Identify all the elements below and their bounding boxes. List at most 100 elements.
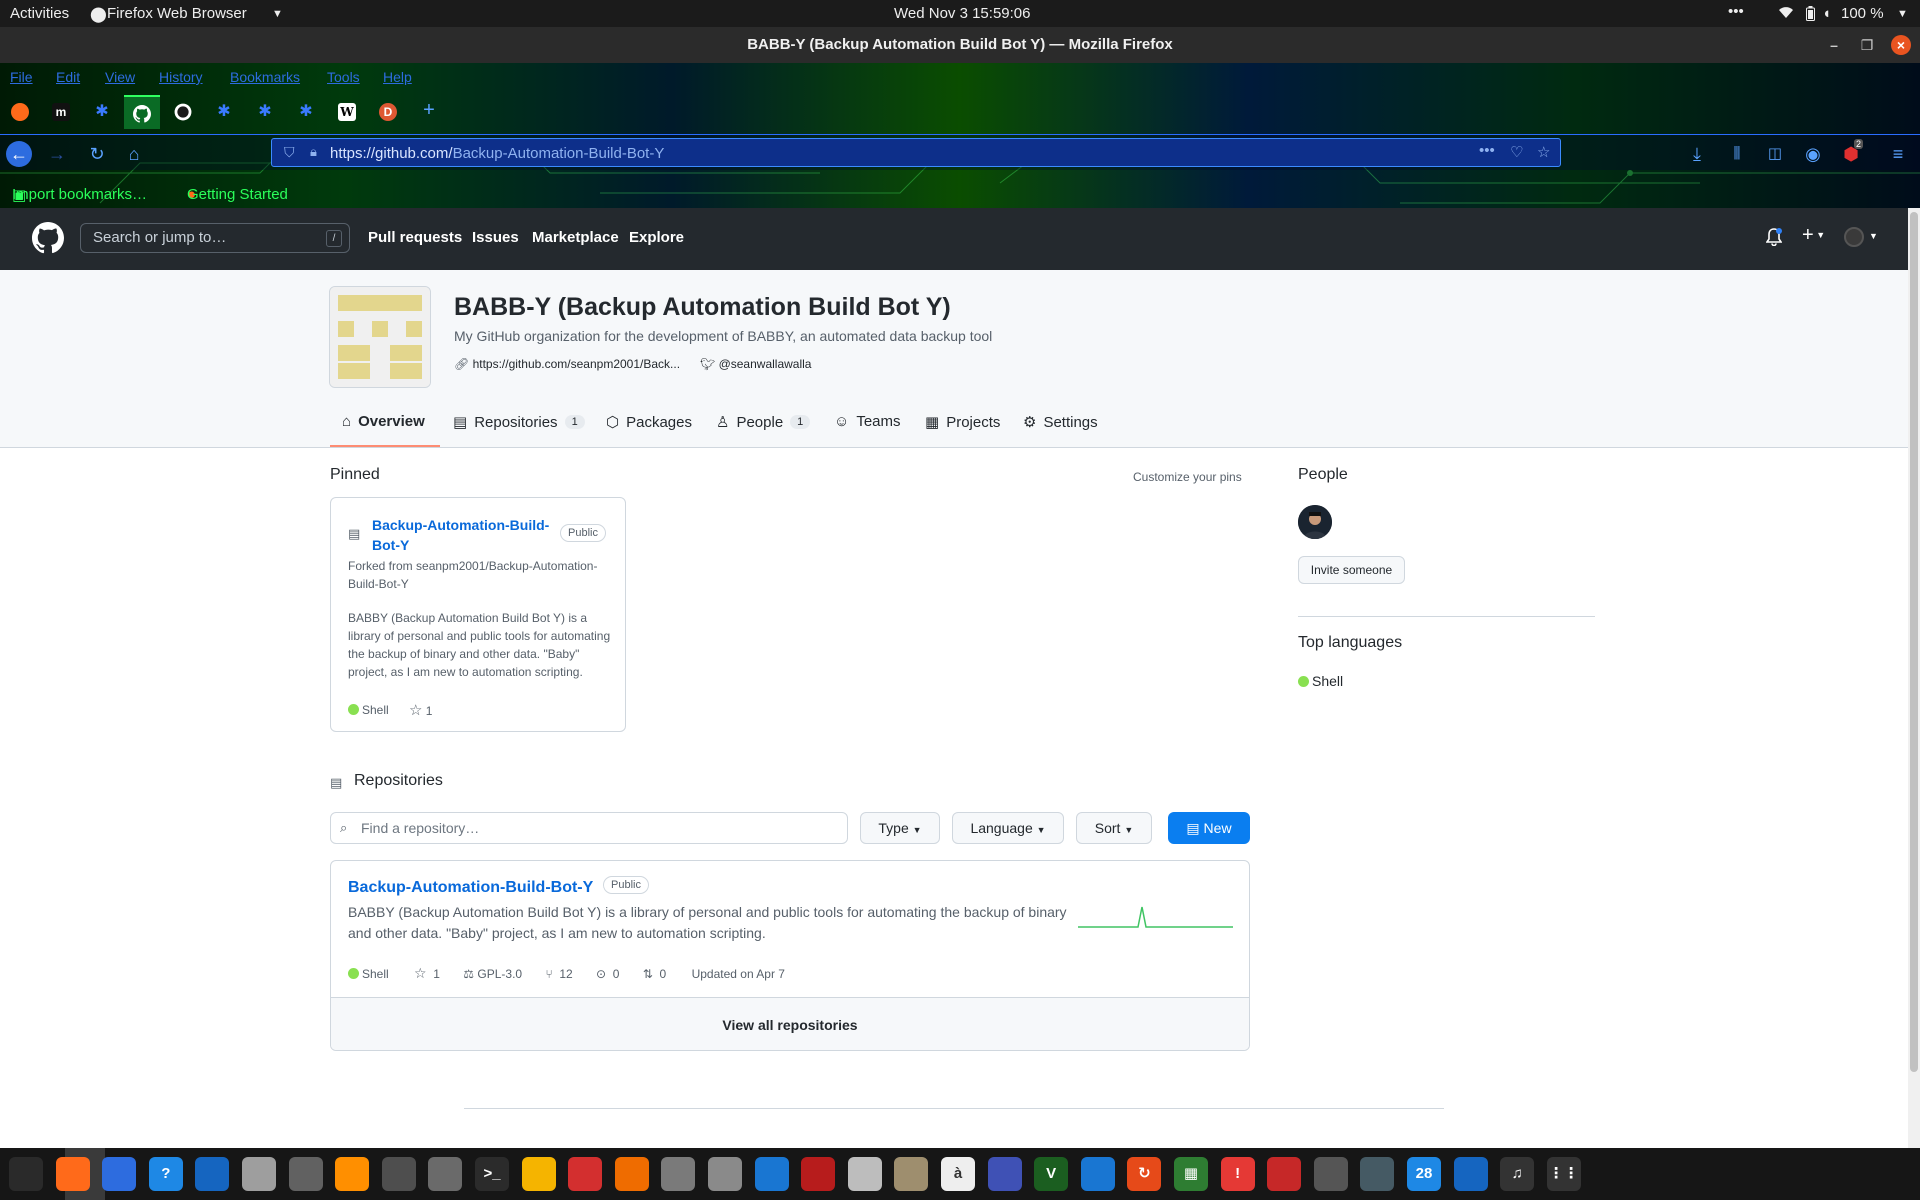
camera-icon[interactable] — [1313, 1157, 1348, 1191]
font-viewer-icon[interactable] — [847, 1157, 882, 1191]
update-icon[interactable]: ↻ — [1127, 1157, 1162, 1191]
more-icon[interactable]: ••• — [1728, 3, 1744, 20]
member-avatar[interactable] — [1298, 505, 1332, 539]
tab[interactable]: ✱ — [206, 95, 242, 129]
tab-teams[interactable]: ☺ Teams — [834, 413, 901, 430]
new-tab-button[interactable]: + — [411, 95, 447, 129]
thunderbird-icon[interactable] — [1453, 1157, 1488, 1191]
calendar-icon[interactable]: 28 — [1407, 1157, 1441, 1191]
invite-someone-button[interactable]: Invite someone — [1298, 556, 1405, 584]
notifications-bell-icon[interactable] — [1766, 228, 1782, 246]
pinned-repo-stars[interactable]: ☆ 1 — [409, 701, 432, 719]
view-all-repositories-link[interactable]: View all repositories — [331, 997, 1249, 1050]
system-graph-icon[interactable] — [568, 1157, 603, 1191]
create-new-plus-icon[interactable]: + ▼ — [1802, 224, 1825, 247]
nav-explore[interactable]: Explore — [629, 229, 684, 246]
tab-overview[interactable]: ⌂ Overview — [342, 413, 425, 430]
minimize-icon[interactable]: – — [1824, 35, 1844, 55]
app-grid-icon[interactable]: ⋮⋮ — [1546, 1157, 1581, 1191]
scrollbar-thumb[interactable] — [1910, 212, 1918, 1072]
volume-icon[interactable]: ◖ — [1822, 5, 1831, 22]
lock-icon[interactable]: 🔒︎ — [310, 144, 317, 160]
calculator-icon[interactable] — [521, 1157, 556, 1191]
menu-file[interactable]: File — [10, 69, 33, 85]
battery-icon[interactable] — [1806, 6, 1815, 21]
tab[interactable] — [165, 95, 201, 129]
tab[interactable]: ✱ — [288, 95, 324, 129]
org-twitter-link[interactable]: 🐦︎ @seanwallawalla — [700, 357, 811, 371]
virtualbox-icon[interactable] — [1080, 1157, 1115, 1191]
downloads-icon[interactable]: ⤓ — [1684, 141, 1710, 167]
forward-icon[interactable]: → — [44, 141, 70, 167]
user-menu-chevron-icon[interactable]: ▼ — [1869, 231, 1878, 241]
sort-dropdown[interactable]: Sort ▼ — [1076, 812, 1152, 844]
page-actions-icon[interactable]: ••• — [1479, 142, 1495, 159]
back-icon[interactable]: ← — [6, 141, 32, 167]
github-search-input[interactable]: Search or jump to… / — [80, 223, 350, 253]
nav-issues[interactable]: Issues — [472, 229, 519, 246]
type-filter-dropdown[interactable]: Type ▼ — [860, 812, 940, 844]
account-icon[interactable]: ◉ — [1800, 141, 1826, 167]
url-text[interactable]: https://github.com/Backup-Automation-Bui… — [330, 145, 664, 162]
repo-pulls[interactable]: ⇅ 0 — [643, 967, 666, 981]
repo-license[interactable]: ⚖ GPL-3.0 — [463, 967, 522, 981]
archive-icon[interactable] — [894, 1157, 929, 1191]
disk-icon[interactable] — [708, 1157, 742, 1191]
github-logo-icon[interactable] — [32, 222, 64, 254]
restore-icon[interactable]: ❐ — [1857, 35, 1877, 55]
repo-issues[interactable]: ⊙ 0 — [596, 967, 619, 981]
activities-button[interactable]: Activities — [10, 5, 69, 22]
menu-bookmarks[interactable]: Bookmarks — [230, 69, 300, 85]
hamburger-menu-icon[interactable]: ≡ — [1885, 141, 1911, 167]
tab[interactable]: ✱ — [84, 95, 120, 129]
tab[interactable]: W — [329, 95, 365, 129]
pocket-icon[interactable]: ♡ — [1510, 143, 1523, 161]
tab[interactable] — [2, 95, 38, 129]
tab-people[interactable]: ♙ People 1 — [716, 413, 811, 431]
app-menu[interactable]: Firefox Web Browser — [107, 5, 247, 22]
bookmark-star-icon[interactable]: ☆ — [1537, 143, 1550, 161]
terminal-icon[interactable]: >_ — [475, 1157, 509, 1191]
org-website-link[interactable]: 🔗︎ https://github.com/seanpm2001/Back... — [454, 357, 680, 371]
tab[interactable]: ✱ — [247, 95, 283, 129]
home-icon[interactable]: ⌂ — [121, 141, 147, 167]
tab[interactable]: m — [43, 95, 79, 129]
airplane-icon[interactable] — [1360, 1157, 1395, 1191]
menu-tools[interactable]: Tools — [327, 69, 360, 85]
repo-forks[interactable]: ⑂ 12 — [545, 967, 572, 981]
reload-icon[interactable]: ↻ — [84, 141, 110, 167]
app-store-icon[interactable] — [614, 1157, 649, 1191]
writer-icon[interactable] — [754, 1157, 789, 1191]
files-icon[interactable] — [242, 1157, 276, 1191]
firefox-icon[interactable] — [55, 1157, 90, 1191]
text-editor-icon[interactable] — [102, 1157, 137, 1191]
pinned-repo-name[interactable]: Backup-Automation-Build- Bot-Y — [372, 515, 549, 555]
new-repository-button[interactable]: ▤ New — [1168, 812, 1250, 844]
tab-active[interactable] — [124, 95, 160, 129]
tab-repositories[interactable]: ▤ Repositories 1 — [453, 413, 585, 431]
screenshot-icon[interactable] — [661, 1157, 696, 1191]
clock[interactable]: Wed Nov 3 15:59:06 — [894, 5, 1030, 22]
system-menu-chevron-icon[interactable]: ▼ — [1897, 8, 1908, 20]
menu-help[interactable]: Help — [383, 69, 412, 85]
alert-icon[interactable]: ! — [1220, 1157, 1255, 1191]
customize-pins-link[interactable]: Customize your pins — [1133, 470, 1242, 484]
tab[interactable]: D — [370, 95, 406, 129]
close-icon[interactable]: × — [1891, 35, 1911, 55]
user-avatar[interactable] — [1844, 227, 1864, 247]
game-icon[interactable] — [1267, 1157, 1302, 1191]
help-icon[interactable]: ? — [148, 1157, 183, 1191]
menu-view[interactable]: View — [105, 69, 135, 85]
language-filter-dropdown[interactable]: Language ▼ — [952, 812, 1064, 844]
repo-name-link[interactable]: Backup-Automation-Build-Bot-Y — [348, 879, 593, 897]
library-icon[interactable]: ⫼ — [1724, 141, 1750, 167]
repo-stars[interactable]: ☆ 1 — [414, 965, 440, 981]
vlc-icon[interactable] — [335, 1157, 370, 1191]
nav-marketplace[interactable]: Marketplace — [532, 229, 619, 246]
gimp-icon[interactable] — [381, 1157, 416, 1191]
shield-icon[interactable]: ⛉ — [284, 144, 295, 161]
find-repository-input[interactable]: ⌕ Find a repository… — [330, 812, 848, 844]
top-language-item[interactable]: Shell — [1298, 673, 1343, 689]
system-monitor-icon[interactable] — [9, 1157, 43, 1191]
tasks-icon[interactable] — [987, 1157, 1022, 1191]
